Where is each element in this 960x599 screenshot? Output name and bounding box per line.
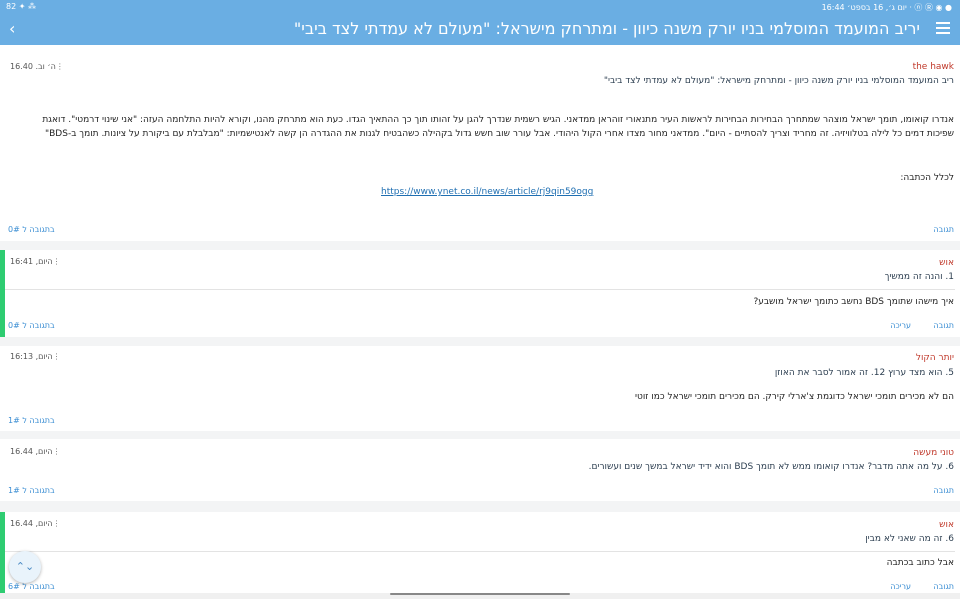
reply-to-link[interactable]: בתגובה ל 1# xyxy=(8,416,55,425)
comment-time-text: היום, 16.44 xyxy=(10,447,53,456)
post-title: ריב המועמד המוסלמי בניו יורק משנה כיוון … xyxy=(603,76,954,86)
home-handle[interactable] xyxy=(390,593,570,595)
comment-card: ⋮היום, 16:13 יותר הקול 5. הוא מצד ערוץ 1… xyxy=(0,346,960,431)
comment-body: הם לא מכירים תומכי ישראל כדוגמת צ'ארלי ק… xyxy=(635,392,954,402)
comment-author[interactable]: יותר הקול xyxy=(916,353,954,363)
more-icon[interactable]: ⋮ xyxy=(53,352,61,361)
status-right: יום ג׳, 16 בספט׳ 16:44 · ⓝ Ⓡ ◉ ● xyxy=(821,3,952,12)
more-icon[interactable]: ⋮ xyxy=(53,519,61,528)
more-icon[interactable]: ⋮ xyxy=(53,447,61,456)
reply-to-link[interactable]: בתגובה ל 1# xyxy=(8,486,55,495)
comment-title: 1. והנה זה ממשיך xyxy=(884,272,954,282)
comment-card: ⋮היום, 16:41 אוש 1. והנה זה ממשיך איך מי… xyxy=(0,250,960,337)
edit-button[interactable]: עריכה xyxy=(890,321,911,330)
comment-time: ⋮היום, 16.44 xyxy=(10,447,65,456)
comment-title: 6. זה מה שאני לא מבין xyxy=(865,534,954,544)
more-icon[interactable]: ⋮ xyxy=(53,257,61,266)
comment-time-text: היום, 16:41 xyxy=(10,257,53,266)
scroll-arrows-icon[interactable]: ⌃⌄ xyxy=(9,551,41,583)
reply-button[interactable]: תגובה xyxy=(933,582,954,591)
more-icon[interactable]: ⋮ xyxy=(56,62,64,71)
status-left: 82 ✦ ⁂ xyxy=(6,2,36,11)
comment-title: 5. הוא מצד ערוץ 12. זה אמור לסבר את האוז… xyxy=(774,368,954,378)
post-card: ⋮ה׳ וב. 16.40 the hawk ריב המועמד המוסלמ… xyxy=(0,45,960,241)
chevron-left-icon[interactable]: ‹ xyxy=(9,19,15,38)
post-time: ⋮ה׳ וב. 16.40 xyxy=(10,62,68,71)
reply-button[interactable]: תגובה xyxy=(933,225,954,234)
system-nav-bar xyxy=(0,593,960,599)
article-link[interactable]: https://www.ynet.co.il/news/article/rj9q… xyxy=(381,187,593,197)
reply-button[interactable]: תגובה xyxy=(933,486,954,495)
comment-card: ⋮היום, 16.44 אוש 6. זה מה שאני לא מבין א… xyxy=(0,512,960,593)
full-article-label: לכלל הכתבה: xyxy=(900,173,954,183)
comment-title: 6. על מה אתה מדבר? אנדרו קואומו ממש לא ת… xyxy=(588,462,954,472)
post-author[interactable]: the hawk xyxy=(913,62,954,72)
divider xyxy=(5,289,955,290)
reply-to-link[interactable]: בתגובה ל 6# xyxy=(8,582,55,591)
divider xyxy=(5,551,955,552)
comment-body: אבל כתוב בכתבה xyxy=(886,558,954,568)
app-bar: יריב המועמד המוסלמי בניו יורק משנה כיוון… xyxy=(0,14,960,45)
reply-to-link[interactable]: בתגובה ל 0# xyxy=(8,321,55,330)
post-time-text: ה׳ וב. 16.40 xyxy=(10,62,56,71)
comment-author[interactable]: אוש xyxy=(939,520,954,530)
comment-time-text: היום, 16.44 xyxy=(10,519,53,528)
thread-content[interactable]: ⋮ה׳ וב. 16.40 the hawk ריב המועמד המוסלמ… xyxy=(0,45,960,593)
post-body-line-2: שפיכות דמים כל לילה בטלוויזיה. זה מחריד … xyxy=(44,129,954,139)
comment-time: ⋮היום, 16:13 xyxy=(10,352,65,361)
comment-author[interactable]: טוני מעשה xyxy=(913,448,954,458)
edit-button[interactable]: עריכה xyxy=(890,582,911,591)
comment-time-text: היום, 16:13 xyxy=(10,352,53,361)
comment-time: ⋮היום, 16:41 xyxy=(10,257,65,266)
comment-author[interactable]: אוש xyxy=(939,258,954,268)
hamburger-icon[interactable] xyxy=(936,22,950,34)
reply-to-link[interactable]: בתגובה ל 0# xyxy=(8,225,55,234)
status-bar: 82 ✦ ⁂ יום ג׳, 16 בספט׳ 16:44 · ⓝ Ⓡ ◉ ● xyxy=(0,0,960,14)
comment-time: ⋮היום, 16.44 xyxy=(10,519,65,528)
reply-button[interactable]: תגובה xyxy=(933,321,954,330)
comment-card: ⋮היום, 16.44 טוני מעשה 6. על מה אתה מדבר… xyxy=(0,439,960,501)
comment-body: איך מישהו שתומך BDS נחשב כתומך ישראל מוש… xyxy=(753,297,954,307)
page-title: יריב המועמד המוסלמי בניו יורק משנה כיוון… xyxy=(293,19,920,38)
post-body-line-1: אנדרו קואומו, תומך ישראל מוצהר שמתחרך הב… xyxy=(42,115,954,125)
